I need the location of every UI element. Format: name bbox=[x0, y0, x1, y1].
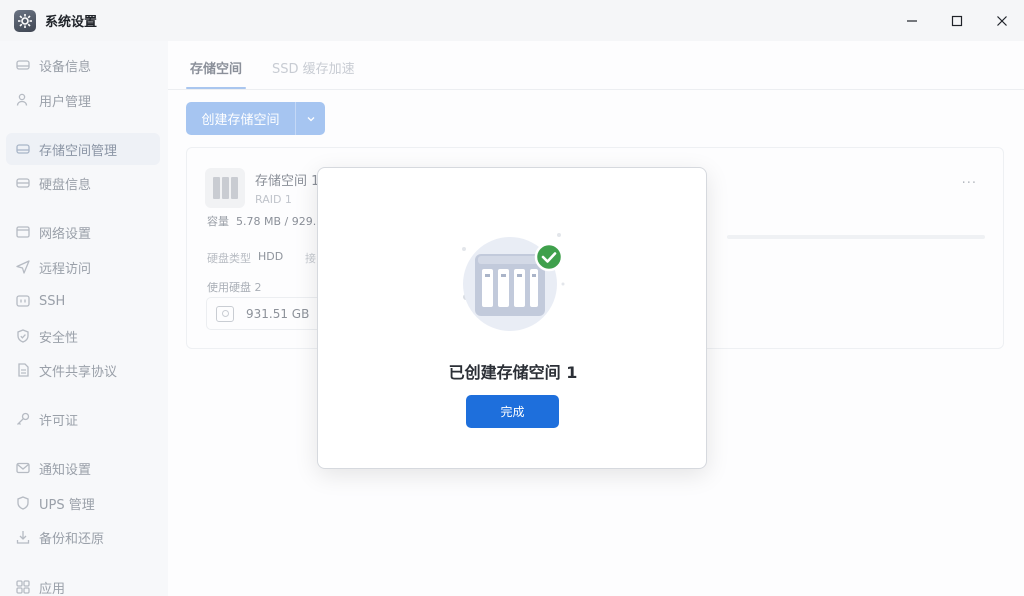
done-button[interactable]: 完成 bbox=[466, 395, 559, 428]
storage-created-illustration bbox=[462, 233, 565, 331]
dialog-title: 已创建存储空间 1 bbox=[448, 363, 578, 382]
success-dialog: 已创建存储空间 1 完成 bbox=[317, 167, 707, 469]
